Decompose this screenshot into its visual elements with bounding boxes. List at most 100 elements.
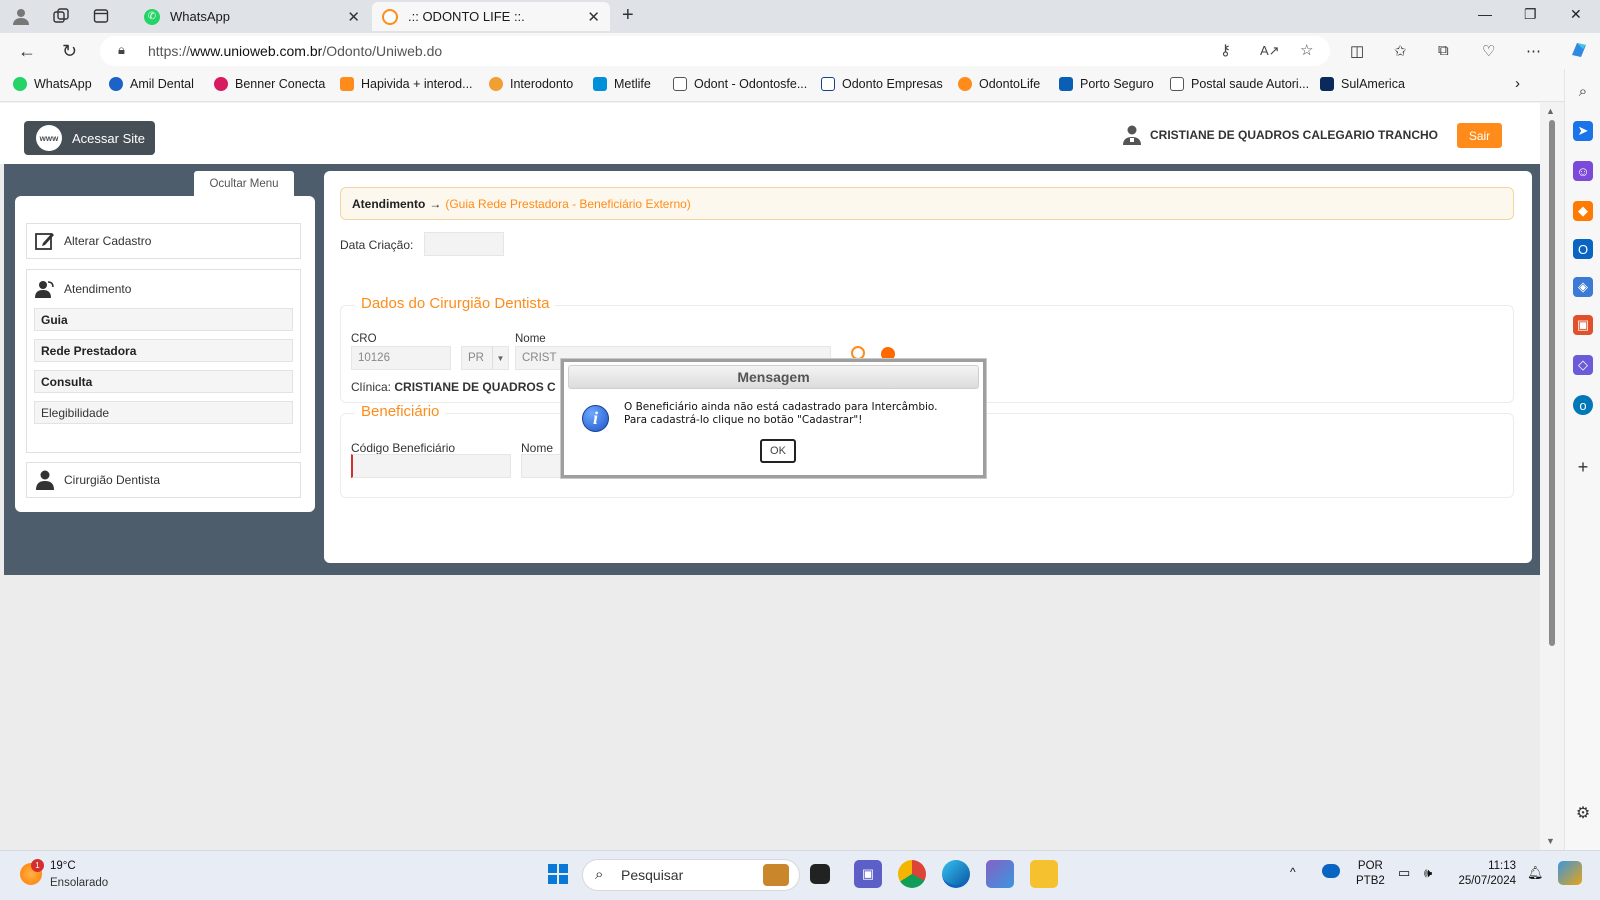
restore-icon[interactable]: ❐ [1524,6,1537,23]
ok-button[interactable]: OK [760,439,796,463]
sidebar-sub-guia[interactable]: Guia [34,308,293,331]
sidebar-sub-rede-prestadora[interactable]: Rede Prestadora [34,339,293,362]
bookmark-sulamerica[interactable]: SulAmerica [1320,77,1405,91]
sidebar-item-atendimento[interactable]: Atendimento [27,270,300,308]
edge-icon[interactable] [942,860,970,888]
profile-icon[interactable] [10,6,32,26]
people-icon[interactable]: ☺ [1573,161,1593,181]
tray-chevron-icon[interactable]: ^ [1290,865,1296,880]
browser-essentials-icon[interactable]: ♡ [1482,42,1495,60]
tab-odonto-life[interactable]: .:: ODONTO LIFE ::. ✕ [372,2,610,31]
sidebar-sub-elegibilidade[interactable]: Elegibilidade [34,401,293,424]
office-icon[interactable]: o [1573,395,1593,415]
send-icon[interactable]: ➤ [1573,121,1593,141]
notification-bell-icon[interactable]: 🔔︎ [1527,865,1544,880]
outlook-icon[interactable]: O [1573,239,1593,259]
acessar-site-button[interactable]: www Acessar Site [24,121,155,155]
hapvida-icon [340,77,354,91]
key-icon[interactable]: ⚷ [1220,41,1231,59]
minimize-icon[interactable]: — [1478,6,1492,22]
scroll-up-icon[interactable]: ▲ [1546,106,1555,116]
split-screen-icon[interactable]: ◫ [1350,42,1364,60]
back-icon[interactable]: ← [18,41,36,62]
keyboard-layout: PTB2 [1356,875,1385,887]
windows-start-icon[interactable] [544,860,572,888]
tooth-icon [821,77,835,91]
bookmark-label: WhatsApp [34,77,92,91]
chrome-icon[interactable] [898,860,926,888]
whatsapp-icon: ✆ [144,8,160,25]
codigo-beneficiario-field[interactable] [351,454,511,478]
data-criacao-label: Data Criação: [340,238,414,252]
search-highlight-icon [763,864,789,886]
info-icon: i [582,405,609,432]
add-icon[interactable]: + [1573,457,1593,477]
volume-icon[interactable]: 🕪︎ [1424,865,1432,880]
workspaces-icon[interactable] [50,6,72,26]
url-field[interactable]: 🔒︎ https://www.unioweb.com.br/Odonto/Uni… [100,36,1330,66]
clock-time: 11:13 [1488,860,1516,872]
uf-select[interactable]: PR ▼ [461,346,509,370]
read-aloud-icon[interactable]: A↗ [1260,43,1280,59]
bookmark-benner-conecta[interactable]: Benner Conecta [214,77,325,91]
weather-description[interactable]: Ensolarado [50,877,108,889]
odontolife-favicon-icon [382,8,398,25]
close-tab-icon[interactable]: ✕ [347,8,360,26]
sidebar-item-cirurgiao-dentista[interactable]: Cirurgião Dentista [26,462,301,498]
search-dentist-icon[interactable] [851,346,865,360]
sidebar-item-alterar-cadastro[interactable]: Alterar Cadastro [26,223,301,259]
shopping-icon[interactable]: ◆ [1573,201,1593,221]
teams-icon[interactable]: ▣ [854,860,882,888]
onedrive-icon[interactable] [1322,864,1340,878]
language-indicator[interactable]: POR PTB2 [1356,859,1385,889]
close-window-icon[interactable]: ✕ [1570,6,1582,23]
search-icon[interactable]: ⌕ [1573,81,1593,101]
tab-actions-icon[interactable] [90,6,112,26]
file-explorer-icon[interactable] [1030,860,1058,888]
message-dialog: Mensagem i O Beneficiário ainda não está… [561,359,986,478]
sidebar-sub-consulta[interactable]: Consulta [34,370,293,393]
cro-field[interactable]: 10126 [351,346,451,370]
bookmark-interodonto[interactable]: Interodonto [489,77,573,91]
clock[interactable]: 11:13 25/07/2024 [1456,859,1516,889]
bookmark-hapvida[interactable]: Hapivida + interod... [340,77,473,91]
toolbox-icon[interactable]: ▣ [1573,315,1593,335]
hide-menu-tab[interactable]: Ocultar Menu [194,171,294,197]
favorites-icon[interactable]: ✩ [1394,42,1407,60]
data-criacao-field[interactable] [424,232,504,256]
close-tab-icon[interactable]: ✕ [587,8,600,26]
new-tab-icon[interactable]: + [622,4,634,27]
sidebar-group-atendimento: Atendimento Guia Rede Prestadora Consult… [26,269,301,453]
bookmark-whatsapp[interactable]: WhatsApp [13,77,92,91]
bookmark-odonto-empresas[interactable]: Odonto Empresas [821,77,943,91]
copilot-icon[interactable] [1568,39,1590,65]
copilot-tray-icon[interactable] [1558,861,1582,885]
more-options-icon[interactable]: ⋯ [1526,42,1541,60]
taskbar-search[interactable]: ⌕ Pesquisar [582,859,800,891]
copilot-taskbar-icon[interactable] [986,860,1014,888]
tag-icon[interactable]: ◈ [1573,277,1593,297]
logged-user-name: CRISTIANE DE QUADROS CALEGARIO TRANCHO [1150,128,1439,142]
bookmark-odontolife[interactable]: OdontoLife [958,77,1040,91]
bookmark-odontosfe[interactable]: Odont - Odontosfe... [673,77,807,91]
favorite-star-icon[interactable]: ☆ [1300,41,1313,59]
task-view-icon[interactable] [810,864,830,884]
settings-gear-icon[interactable]: ⚙ [1573,803,1593,823]
page-scrollbar[interactable]: ▲ ▼ [1540,104,1564,850]
bookmark-metlife[interactable]: Metlife [593,77,651,91]
sidebar-item-row: Alterar Cadastro [27,224,300,257]
more-bookmarks-icon[interactable]: › [1515,75,1520,92]
games-icon[interactable]: ◇ [1573,355,1593,375]
bookmark-porto-seguro[interactable]: Porto Seguro [1059,77,1154,91]
network-icon[interactable]: ▭ [1398,865,1410,880]
collections-icon[interactable]: ⧉ [1438,42,1449,59]
bookmark-postal-saude[interactable]: Postal saude Autori... [1170,77,1309,91]
weather-temperature[interactable]: 19°C [50,860,76,872]
scroll-down-icon[interactable]: ▼ [1546,836,1555,846]
breadcrumb: Atendimento → (Guia Rede Prestadora - Be… [340,187,1514,220]
refresh-icon[interactable]: ↻ [62,41,77,62]
logout-button[interactable]: Sair [1457,123,1502,148]
tab-whatsapp[interactable]: ✆ WhatsApp ✕ [134,2,370,31]
bookmark-amil-dental[interactable]: Amil Dental [109,77,194,91]
scrollbar-thumb[interactable] [1549,120,1555,646]
